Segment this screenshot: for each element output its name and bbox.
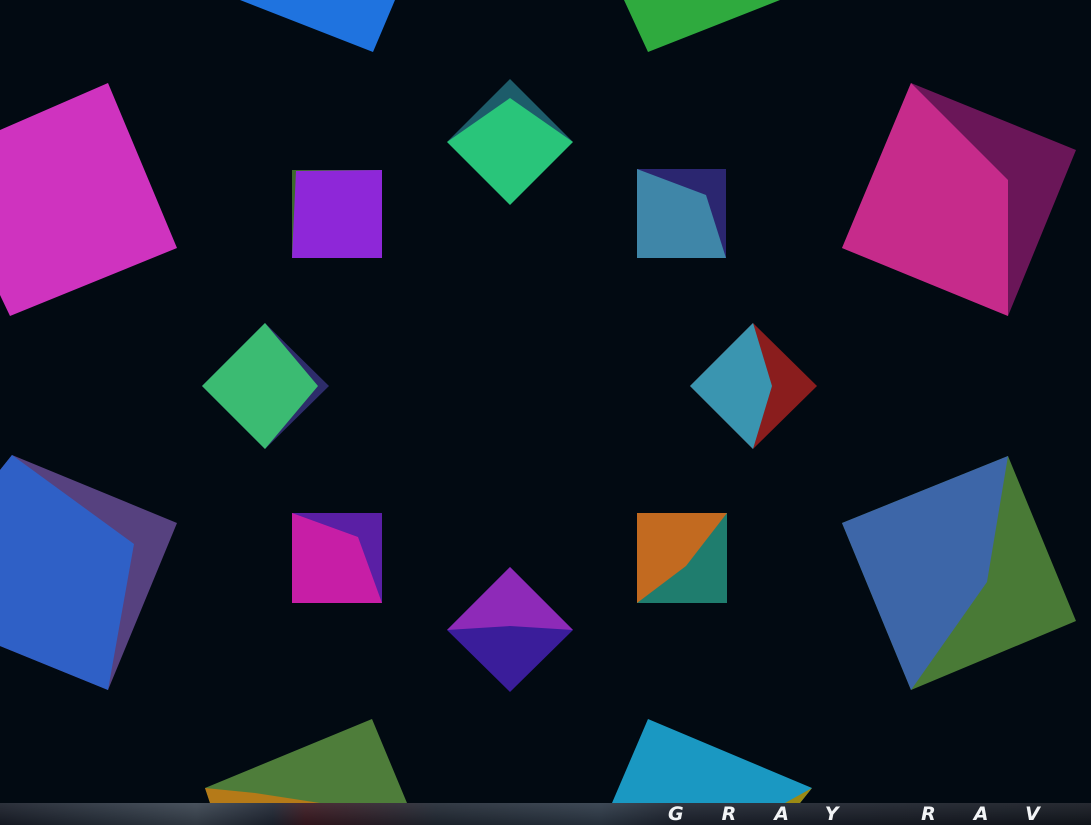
shape-canvas — [0, 0, 1091, 825]
purple-cube — [292, 170, 382, 258]
brand-wordmark: GRAY RAV — [668, 803, 1078, 825]
magenta-cube — [292, 513, 382, 603]
bottom-banner: GRAY RAV — [0, 803, 1091, 825]
steel-blue-cube — [637, 169, 726, 258]
orange-teal-cube — [637, 513, 727, 603]
